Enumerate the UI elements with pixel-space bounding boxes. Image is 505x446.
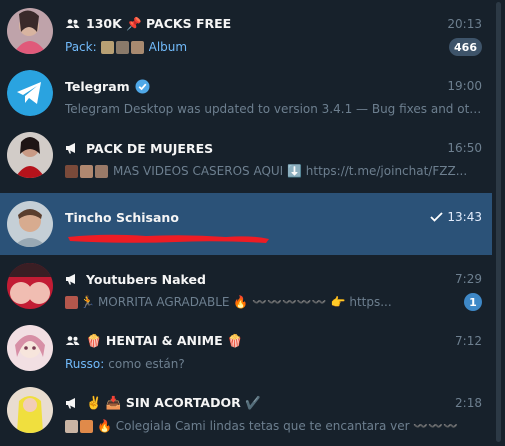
unread-badge: 466 xyxy=(449,38,482,56)
message-preview: como están? xyxy=(108,357,185,371)
media-thumbnail xyxy=(115,40,129,54)
chat-item-telegram[interactable]: Telegram 19:00 Telegram Desktop was upda… xyxy=(0,62,492,124)
message-preview: MORRITA AGRADABLE 🔥 〰️〰️〰️〰️〰️ 👉 https..… xyxy=(97,295,392,309)
chat-time: 20:13 xyxy=(447,17,482,31)
chat-item-youtubers-naked[interactable]: Youtubers Naked 7:29 🏃 MORRITA AGRADABLE… xyxy=(0,255,492,317)
chat-name: 🍿 HENTAI & ANIME 🍿 xyxy=(86,333,243,348)
media-thumbnail xyxy=(65,295,78,309)
media-thumbnail xyxy=(100,40,114,54)
chat-name: 130K 📌 PACKS FREE xyxy=(86,16,232,31)
avatar xyxy=(7,387,53,433)
message-preview: Album xyxy=(148,40,188,54)
channel-icon xyxy=(66,143,75,154)
chat-time: 7:12 xyxy=(455,334,482,348)
chat-name: ✌️ 📥 SIN ACORTADOR ✔️ xyxy=(86,395,261,410)
chat-name: Telegram xyxy=(65,78,130,94)
message-preview: 🔥 Colegiala Cami lindas tetas que te enc… xyxy=(97,419,459,433)
verified-icon xyxy=(135,79,150,93)
channel-icon xyxy=(66,398,75,409)
telegram-logo-icon xyxy=(7,70,53,116)
avatar xyxy=(7,132,53,178)
avatar xyxy=(7,263,53,309)
runner-emoji-icon: 🏃 xyxy=(80,295,95,309)
message-preview: MAS VIDEOS CASEROS AQUI ⬇️ https://t.me/… xyxy=(113,164,468,178)
message-sender: Russo: xyxy=(65,357,105,371)
media-thumbnail xyxy=(80,419,93,433)
message-sender: Pack: xyxy=(65,40,97,54)
unread-badge: 1 xyxy=(464,293,482,311)
media-thumbnail xyxy=(65,164,78,178)
message-preview: Telegram Desktop was updated to version … xyxy=(65,102,482,116)
group-icon xyxy=(65,336,80,345)
media-thumbnail xyxy=(80,164,93,178)
scrollbar[interactable] xyxy=(492,0,505,446)
avatar xyxy=(7,201,53,247)
chat-item-tincho-schisano[interactable]: Tincho Schisano 13:43 xyxy=(0,193,492,255)
chat-item-sin-acortador[interactable]: ✌️ 📥 SIN ACORTADOR ✔️ 2:18 🔥 Colegiala C… xyxy=(0,379,492,441)
media-thumbnail xyxy=(130,40,144,54)
media-thumbnail xyxy=(65,419,78,433)
read-check-icon xyxy=(430,212,444,222)
chat-name: Youtubers Naked xyxy=(86,271,206,287)
chat-item-hentai-anime[interactable]: 🍿 HENTAI & ANIME 🍿 7:12 Russo: como está… xyxy=(0,317,492,379)
chat-name: Tincho Schisano xyxy=(65,209,179,225)
chat-item-pack-de-mujeres[interactable]: PACK DE MUJERES 16:50 MAS VIDEOS CASEROS… xyxy=(0,124,492,186)
chat-time: 19:00 xyxy=(447,79,482,93)
chat-time: 2:18 xyxy=(455,396,482,410)
media-thumbnail xyxy=(95,164,108,178)
chat-list: 130K 📌 PACKS FREE 20:13 Pack: Album 466 … xyxy=(0,0,492,446)
chat-item-packs-free[interactable]: 130K 📌 PACKS FREE 20:13 Pack: Album 466 xyxy=(0,0,492,62)
chat-time: 13:43 xyxy=(447,210,482,224)
avatar xyxy=(7,325,53,371)
redaction-mark xyxy=(68,234,269,243)
chat-name: PACK DE MUJERES xyxy=(86,140,214,156)
channel-icon xyxy=(66,274,75,285)
avatar xyxy=(7,8,53,54)
chat-time: 7:29 xyxy=(455,272,482,286)
scrollbar-thumb[interactable] xyxy=(496,2,501,442)
chat-time: 16:50 xyxy=(447,141,482,155)
group-icon xyxy=(65,19,80,28)
